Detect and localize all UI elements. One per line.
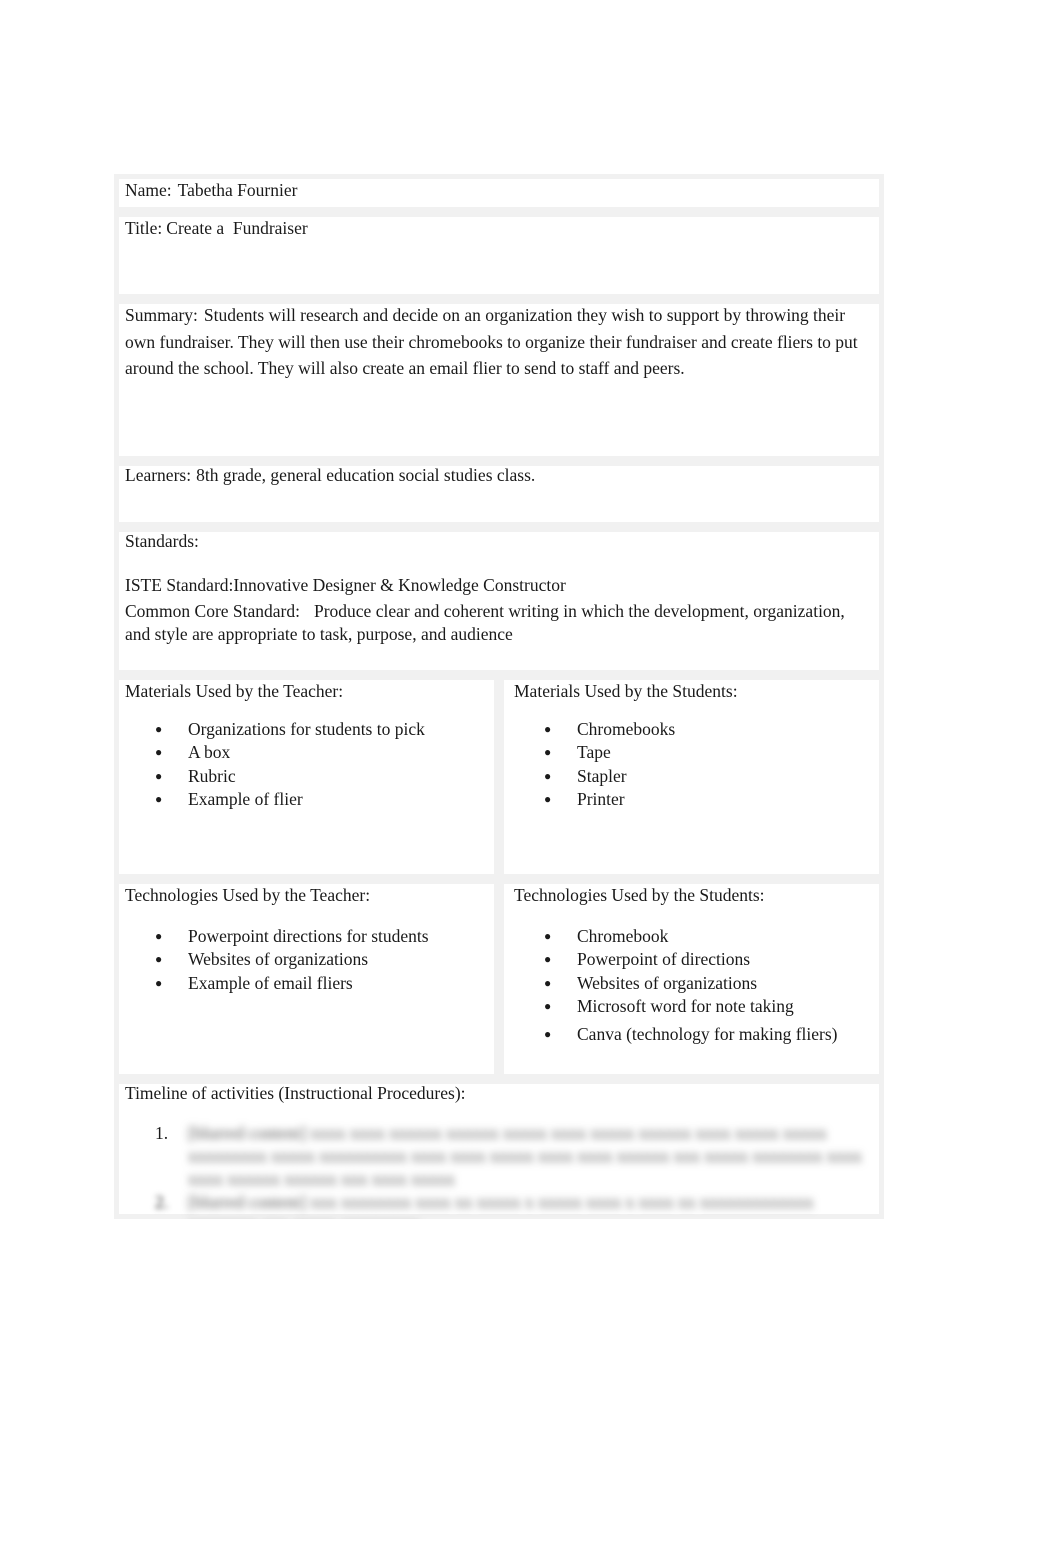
list-item: Rubric bbox=[155, 765, 488, 789]
list-item: Stapler bbox=[544, 765, 873, 789]
list-item: Organizations for students to pick bbox=[155, 718, 488, 742]
materials-teacher-cell: Materials Used by the Teacher: Organizat… bbox=[114, 675, 499, 879]
list-item: Microsoft word for note taking bbox=[544, 995, 873, 1019]
title-label: Title: bbox=[125, 218, 163, 238]
materials-teacher-list: Organizations for students to pick A box… bbox=[125, 718, 488, 811]
materials-students-label: Materials Used by the Students: bbox=[514, 681, 738, 701]
list-item: Chromebook bbox=[544, 925, 873, 949]
list-item: Websites of organizations bbox=[544, 972, 873, 996]
materials-students-list: Chromebooks Tape Stapler Printer bbox=[514, 718, 873, 811]
summary-row: Summary: Students will research and decid… bbox=[114, 299, 884, 461]
list-item: Canva (technology for making fliers) bbox=[544, 1018, 873, 1051]
iste-label: ISTE Standard: bbox=[125, 575, 234, 595]
timeline-list: 1. [blurred content] xxxx xxxx xxxxxx xx… bbox=[125, 1122, 873, 1219]
materials-row: Materials Used by the Teacher: Organizat… bbox=[114, 675, 884, 879]
materials-teacher-label: Materials Used by the Teacher: bbox=[125, 681, 344, 701]
materials-students-cell: Materials Used by the Students: Chromebo… bbox=[499, 675, 884, 879]
learners-row: Learners: 8th grade, general education so… bbox=[114, 461, 884, 527]
name-value: Tabetha Fournier bbox=[177, 180, 298, 200]
tech-students-cell: Technologies Used by the Students: Chrom… bbox=[499, 879, 884, 1079]
list-item: A box bbox=[155, 741, 488, 765]
timeline-item-number: 2. bbox=[155, 1192, 169, 1212]
title-value: Create a Fundraiser bbox=[166, 218, 308, 238]
name-label: Name: bbox=[125, 180, 172, 200]
tech-teacher-label: Technologies Used by the Teacher: bbox=[125, 885, 371, 905]
list-item: Websites of organizations bbox=[155, 948, 488, 972]
tech-teacher-list: Powerpoint directions for students Websi… bbox=[125, 925, 488, 995]
title-row: Title: Create a Fundraiser bbox=[114, 212, 884, 299]
list-item: Powerpoint of directions bbox=[544, 948, 873, 972]
timeline-row: Timeline of activities (Instructional Pr… bbox=[114, 1079, 884, 1219]
standards-row: Standards: ISTE Standard:Innovative Desi… bbox=[114, 527, 884, 675]
standards-label: Standards: bbox=[125, 531, 199, 551]
list-item: Example of email fliers bbox=[155, 972, 488, 996]
common-core-label: Common Core Standard: bbox=[125, 601, 300, 621]
tech-students-label: Technologies Used by the Students: bbox=[514, 885, 765, 905]
learners-value: 8th grade, general education social stud… bbox=[196, 465, 536, 485]
list-item: Printer bbox=[544, 788, 873, 812]
summary-value: Students will research and decide on an … bbox=[125, 305, 858, 378]
timeline-item: 1. [blurred content] xxxx xxxx xxxxxx xx… bbox=[155, 1122, 873, 1191]
list-item: Chromebooks bbox=[544, 718, 873, 742]
list-item: Tape bbox=[544, 741, 873, 765]
timeline-label: Timeline of activities (Instructional Pr… bbox=[125, 1083, 466, 1103]
name-row: Name: Tabetha Fournier bbox=[114, 174, 884, 212]
learners-label: Learners: bbox=[125, 465, 192, 485]
lesson-plan-table: Name: Tabetha Fournier Title: Create a Fun… bbox=[114, 174, 884, 1219]
summary-label: Summary: bbox=[125, 305, 198, 325]
list-item: Example of flier bbox=[155, 788, 488, 812]
technologies-row: Technologies Used by the Teacher: Powerp… bbox=[114, 879, 884, 1079]
tech-students-list: Chromebook Powerpoint of directions Webs… bbox=[514, 925, 873, 1051]
tech-teacher-cell: Technologies Used by the Teacher: Powerp… bbox=[114, 879, 499, 1079]
iste-value: Innovative Designer & Knowledge Construc… bbox=[233, 575, 566, 595]
timeline-item-number: 1. bbox=[155, 1123, 169, 1143]
timeline-item-text-blurred: [blurred content] xxxx xxxx xxxxxx xxxxx… bbox=[188, 1123, 862, 1189]
timeline-item: 2. [blurred content] xxx xxxxxxxx xxxx x… bbox=[155, 1191, 873, 1219]
timeline-item-text-blurred: [blurred content] xxx xxxxxxxx xxxx xx x… bbox=[188, 1192, 814, 1219]
list-item: Powerpoint directions for students bbox=[155, 925, 488, 949]
